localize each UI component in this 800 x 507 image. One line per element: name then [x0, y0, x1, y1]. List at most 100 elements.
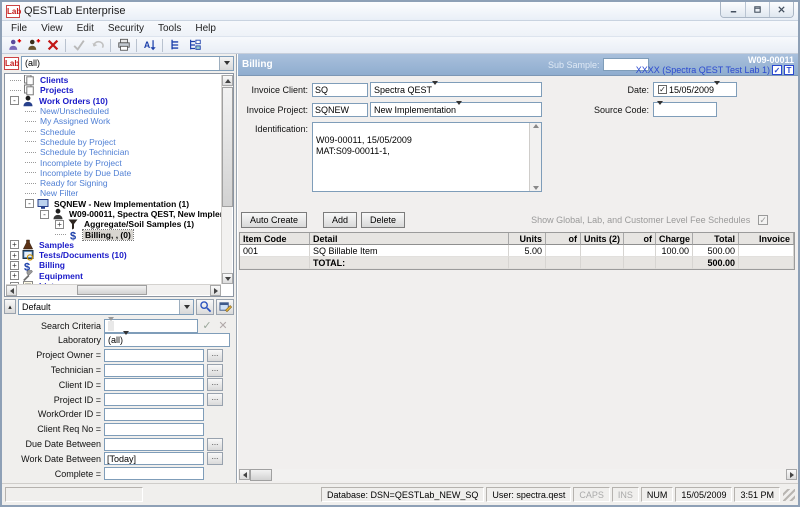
client-id-input[interactable] — [104, 378, 204, 391]
invoice-project-combo[interactable]: New Implementation — [370, 102, 542, 117]
scroll-right-icon[interactable] — [786, 469, 797, 480]
work-date-between-browse-button[interactable]: ... — [207, 452, 223, 465]
due-date-between-browse-button[interactable]: ... — [207, 438, 223, 451]
date-dropdown-icon[interactable] — [714, 85, 720, 95]
print-button[interactable] — [114, 38, 133, 53]
scroll-left-icon[interactable] — [239, 469, 250, 480]
tree-item-label[interactable]: My Assigned Work — [38, 116, 112, 126]
tree-item[interactable]: +$Billing — [6, 260, 221, 270]
tree-item-label[interactable]: Work Orders (10) — [37, 96, 110, 106]
work-date-between-input[interactable] — [104, 452, 204, 465]
tree-vertical-scrollbar[interactable] — [221, 75, 232, 284]
panel-horizontal-scrollbar[interactable] — [239, 469, 797, 481]
fee-schedule-checkbox[interactable]: ✓ — [758, 215, 768, 225]
tree-item[interactable]: -Work Orders (10) — [6, 96, 221, 106]
workorder-id-input[interactable] — [104, 408, 204, 421]
sort-button[interactable]: A — [140, 38, 159, 53]
project-owner-browse-button[interactable]: ... — [207, 349, 223, 362]
column-header-of[interactable]: of — [546, 233, 581, 245]
panel-hscroll-thumb[interactable] — [250, 469, 272, 481]
invoice-project-dropdown-icon[interactable] — [456, 105, 462, 115]
expand-icon[interactable]: + — [55, 220, 64, 229]
menu-file[interactable]: File — [4, 22, 34, 35]
minimize-button[interactable] — [721, 2, 745, 17]
tree-horizontal-scrollbar[interactable] — [6, 284, 221, 295]
column-header-charge[interactable]: Charge — [656, 233, 693, 245]
tree-item-label[interactable]: New/Unscheduled — [38, 106, 111, 116]
menu-help[interactable]: Help — [188, 22, 223, 35]
profile-combo[interactable]: Default — [18, 299, 194, 315]
tree-item-label[interactable]: Billing, , (0) — [83, 230, 133, 240]
tree-item[interactable]: +Aggregate/Soil Samples (1) — [6, 219, 221, 229]
tree-item-label[interactable]: W09-00011, Spectra QEST, New Implementat… — [67, 209, 221, 219]
due-date-between-input[interactable] — [104, 438, 204, 451]
menu-security[interactable]: Security — [101, 22, 151, 35]
tree-item[interactable]: $Billing, , (0) — [6, 229, 221, 239]
delete-button[interactable]: Delete — [361, 212, 405, 228]
resize-grip[interactable] — [783, 489, 795, 501]
technician-browse-button[interactable]: ... — [207, 364, 223, 377]
laboratory-combo[interactable]: (all) — [104, 333, 230, 347]
column-header-total[interactable]: Total — [693, 233, 739, 245]
invoice-client-code-input[interactable] — [312, 83, 368, 97]
search-criteria-combo[interactable] — [104, 319, 198, 333]
source-code-dropdown-icon[interactable] — [657, 105, 663, 115]
column-header-invoice[interactable]: Invoice — [739, 233, 794, 245]
tree-item-label[interactable]: SQNEW - New Implementation (1) — [52, 199, 191, 209]
edit-profile-button[interactable] — [216, 299, 234, 315]
menu-edit[interactable]: Edit — [70, 22, 101, 35]
clear-criteria-icon[interactable]: ✕ — [216, 319, 230, 333]
scroll-up-icon[interactable] — [222, 75, 233, 86]
tree-view-button[interactable] — [166, 38, 185, 53]
date-checkbox[interactable]: ✓ — [658, 85, 667, 94]
project-id-input[interactable] — [104, 393, 204, 406]
tree-item[interactable]: + Samples — [6, 240, 221, 250]
search-criteria-dropdown-icon[interactable] — [108, 321, 114, 331]
tree-item[interactable]: Schedule by Technician — [6, 147, 221, 157]
new-client-button[interactable] — [5, 38, 24, 53]
tree-item[interactable]: Projects — [6, 85, 221, 95]
laboratory-dropdown-icon[interactable] — [123, 335, 129, 345]
table-row[interactable]: 001SQ Billable Item5.00100.00500.00 — [240, 245, 794, 257]
scroll-down-icon[interactable] — [222, 273, 233, 284]
lab-checkbox-icon[interactable]: ✓ — [772, 65, 782, 75]
tree-item[interactable]: Clients — [6, 75, 221, 85]
tree-item-label[interactable]: Schedule by Technician — [38, 147, 131, 157]
tree-item-label[interactable]: Schedule — [38, 127, 77, 137]
tree-item[interactable]: -SQNEW - New Implementation (1) — [6, 199, 221, 209]
tree-item[interactable]: +Equipment — [6, 271, 221, 281]
tree-item-label[interactable]: Samples — [37, 240, 76, 250]
tree-filter-combo[interactable]: (all) — [21, 56, 234, 71]
tree-filter-dropdown-icon[interactable] — [219, 57, 233, 70]
tree-item[interactable]: Incomplete by Project — [6, 157, 221, 167]
collapse-icon[interactable]: - — [40, 210, 49, 219]
tree-item[interactable]: Schedule — [6, 126, 221, 136]
expand-icon[interactable]: + — [10, 261, 19, 270]
search-button[interactable] — [196, 299, 214, 315]
tree-item-label[interactable]: Tests/Documents (10) — [37, 250, 129, 260]
tree-item-label[interactable]: Projects — [38, 85, 76, 95]
menu-tools[interactable]: Tools — [151, 22, 188, 35]
tree-item-label[interactable]: Schedule by Project — [38, 137, 118, 147]
profile-dropdown-icon[interactable] — [179, 300, 193, 314]
project-owner-input[interactable] — [104, 349, 204, 362]
column-header-detail[interactable]: Detail — [310, 233, 509, 245]
column-header-of[interactable]: of — [624, 233, 656, 245]
tree-item[interactable]: Incomplete by Due Date — [6, 168, 221, 178]
scroll-right-icon[interactable] — [210, 285, 221, 296]
tree-item[interactable]: - W09-00011, Spectra QEST, New Implementa… — [6, 209, 221, 219]
technician-input[interactable] — [104, 364, 204, 377]
expand-icon[interactable]: + — [10, 240, 19, 249]
new-workorder-button[interactable] — [24, 38, 43, 53]
scroll-up-icon[interactable] — [533, 124, 539, 128]
tree-item-label[interactable]: Clients — [38, 75, 70, 85]
identification-textarea[interactable]: W09-00011, 15/05/2009 MAT:S09-00011-1, — [312, 122, 542, 192]
lab-t-icon[interactable]: T — [784, 65, 794, 75]
column-header-item-code[interactable]: Item Code — [240, 233, 310, 245]
close-button[interactable] — [769, 2, 793, 17]
tree-item-label[interactable]: Equipment — [37, 271, 85, 281]
tree-item-label[interactable]: Billing — [37, 260, 67, 270]
restore-button[interactable] — [745, 2, 769, 17]
tree-item[interactable]: My Assigned Work — [6, 116, 221, 126]
expand-icon[interactable]: + — [10, 251, 19, 260]
